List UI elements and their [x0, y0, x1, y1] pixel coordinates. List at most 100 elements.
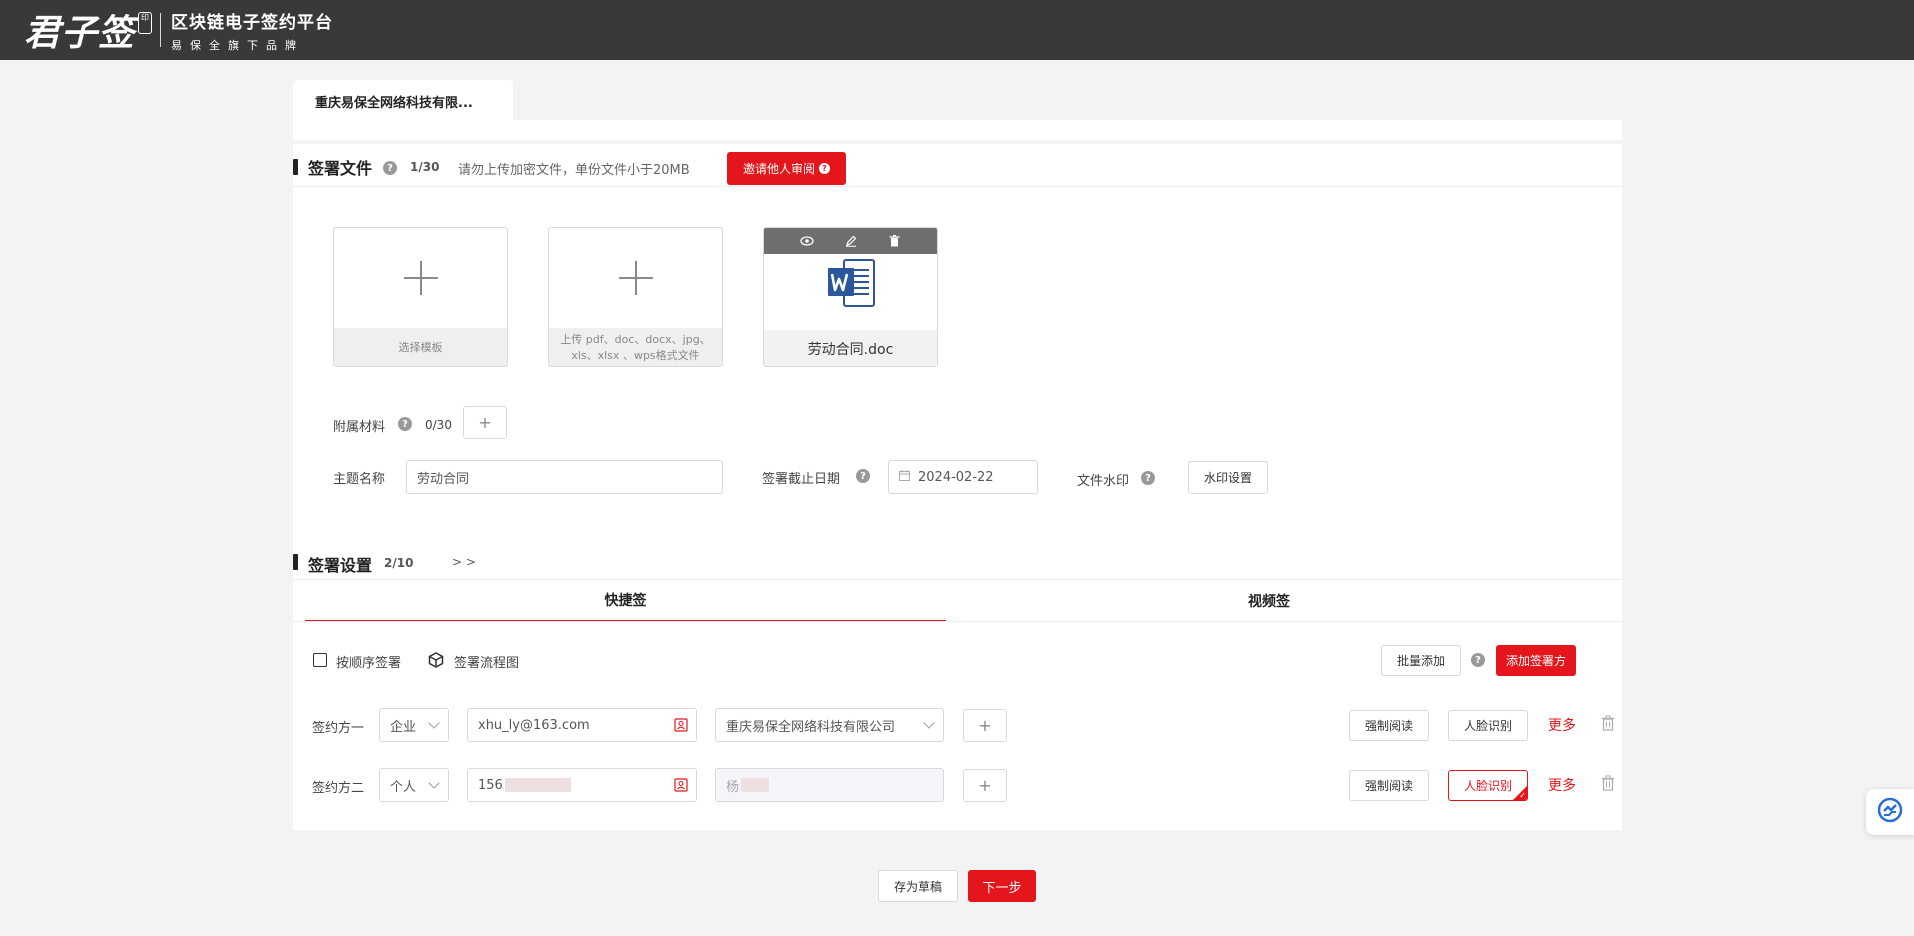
signer-1-name-select[interactable]: 重庆易保全网络科技有限公司	[715, 708, 944, 742]
signer-1-type-select[interactable]: 企业	[379, 708, 449, 742]
watermark-settings-button[interactable]: 水印设置	[1188, 461, 1268, 494]
uploaded-file-card[interactable]: 劳动合同.doc	[763, 227, 938, 367]
company-tab[interactable]: 重庆易保全网络科技有限...	[293, 80, 513, 120]
expand-toggle[interactable]: > >	[452, 555, 476, 569]
signer-1-name: 重庆易保全网络科技有限公司	[726, 719, 896, 735]
deadline-date-input[interactable]: 2024-02-22	[888, 460, 1038, 494]
signer-2-force-read-button[interactable]: 强制阅读	[1349, 770, 1429, 801]
flowchart-label[interactable]: 签署流程图	[454, 652, 519, 671]
signer-1-account: xhu_ly@163.com	[478, 717, 590, 733]
signer-1-delete-icon[interactable]	[1601, 715, 1615, 731]
batch-add-button[interactable]: 批量添加	[1381, 645, 1461, 676]
signer-2-account: 156	[478, 777, 503, 793]
sequential-sign-checkbox[interactable]	[313, 653, 327, 667]
plus-icon	[549, 228, 722, 328]
help-icon[interactable]: ?	[398, 417, 412, 431]
next-step-button[interactable]: 下一步	[968, 870, 1036, 902]
preview-eye-icon[interactable]	[798, 232, 816, 250]
divider	[293, 186, 1622, 187]
edit-pen-icon[interactable]	[842, 232, 860, 250]
signer-2-type: 个人	[390, 779, 417, 795]
plus-icon	[334, 228, 507, 328]
help-icon[interactable]: ?	[1141, 471, 1155, 485]
face-recognition-label: 人脸识别	[1463, 779, 1512, 793]
upload-file-label: 上传 pdf、doc、docx、jpg、xls、xlsx 、wps格式文件	[549, 328, 722, 366]
signer-2-face-recognition-button[interactable]: 人脸识别 ✓	[1448, 770, 1528, 801]
contact-book-icon[interactable]	[674, 778, 688, 796]
signer-1-account-input[interactable]: xhu_ly@163.com	[467, 708, 697, 742]
top-bar: 君子签 印 区块链电子签约平台 易保全旗下品牌	[0, 0, 1914, 60]
select-template-label: 选择模板	[334, 328, 507, 366]
help-icon[interactable]: ?	[1471, 653, 1485, 667]
contact-book-icon[interactable]	[674, 718, 688, 736]
signer-count: 2/10	[384, 556, 414, 570]
signer-1-add-button[interactable]: +	[963, 709, 1007, 742]
signer-2-add-button[interactable]: +	[963, 769, 1007, 802]
subject-value: 劳动合同	[417, 471, 470, 487]
section-marker	[293, 554, 298, 570]
subject-label: 主题名称	[333, 472, 386, 487]
tab-content-strip	[293, 120, 1622, 140]
word-doc-icon	[826, 258, 878, 310]
signer-1-face-recognition-button[interactable]: 人脸识别	[1448, 710, 1528, 741]
brand-seal-icon: 印	[138, 12, 153, 34]
platform-name: 区块链电子签约平台	[171, 12, 334, 33]
chevron-down-icon	[428, 717, 440, 729]
upload-file-box[interactable]: 上传 pdf、doc、docx、jpg、xls、xlsx 、wps格式文件	[548, 227, 723, 367]
signer-1-force-read-button[interactable]: 强制阅读	[1349, 710, 1429, 741]
add-attachment-button[interactable]: +	[463, 406, 507, 439]
file-toolbar	[764, 228, 937, 254]
uploaded-file-name: 劳动合同.doc	[764, 330, 937, 366]
brand-subtitle: 区块链电子签约平台 易保全旗下品牌	[171, 8, 333, 53]
signer-1-label: 签约方一	[312, 721, 365, 736]
help-icon[interactable]: ?	[383, 161, 397, 175]
signer-2-type-select[interactable]: 个人	[379, 768, 449, 802]
sequential-sign-label: 按顺序签署	[336, 656, 402, 671]
section-sign-settings: 签署设置	[308, 552, 372, 576]
brand-logo[interactable]: 君子签	[24, 4, 135, 56]
invite-review-label: 邀请他人审阅	[742, 162, 815, 176]
section-marker	[293, 159, 298, 175]
invite-review-button[interactable]: 邀请他人审阅 ?	[727, 152, 846, 185]
signer-2-more-link[interactable]: 更多	[1548, 775, 1576, 795]
divider	[293, 621, 1622, 622]
tab-video-sign[interactable]: 视频签	[946, 580, 1592, 622]
signer-1-more-link[interactable]: 更多	[1548, 715, 1576, 735]
chevron-down-icon	[428, 777, 440, 789]
deadline-value: 2024-02-22	[918, 469, 994, 485]
watermark-label: 文件水印	[1077, 474, 1130, 489]
help-icon: ?	[819, 163, 830, 174]
select-template-box[interactable]: 选择模板	[333, 227, 508, 367]
sign-mode-tabs: 快捷签 视频签	[305, 580, 1622, 622]
chevron-down-icon	[923, 717, 935, 729]
flowchart-cube-icon[interactable]	[428, 652, 444, 672]
help-icon[interactable]: ?	[856, 469, 870, 483]
attachments-count: 0/30	[425, 418, 452, 432]
redacted-mask	[504, 778, 571, 792]
attachments-label: 附属材料	[333, 420, 386, 435]
check-icon: ✓	[1519, 791, 1526, 800]
delete-trash-icon[interactable]	[886, 232, 904, 250]
brand-tagline: 易保全旗下品牌	[171, 38, 305, 52]
signer-2-account-input[interactable]: 156	[467, 768, 697, 802]
section-title: 签署文件	[308, 159, 373, 178]
logo-divider	[160, 13, 162, 47]
add-signer-button[interactable]: 添加签署方	[1496, 645, 1576, 676]
redacted-mask	[741, 778, 770, 792]
calendar-icon	[899, 469, 910, 485]
signer-2-label: 签约方二	[312, 781, 365, 796]
tab-quick-sign[interactable]: 快捷签	[305, 580, 946, 622]
section-sign-files: 签署文件	[308, 155, 372, 179]
section-title: 签署设置	[308, 556, 373, 575]
upload-hint: 请勿上传加密文件，单份文件小于20MB	[458, 163, 690, 178]
deadline-label: 签署截止日期	[762, 472, 841, 487]
subject-input[interactable]: 劳动合同	[406, 460, 723, 494]
signer-2-name: 杨	[726, 779, 740, 795]
signer-1-type: 企业	[390, 719, 417, 735]
refresh-chat-icon	[1877, 797, 1903, 827]
file-count: 1/30	[410, 160, 440, 174]
save-draft-button[interactable]: 存为草稿	[878, 870, 958, 902]
floating-assistant-widget[interactable]	[1866, 789, 1914, 835]
signer-2-name-input[interactable]: 杨	[715, 768, 944, 802]
signer-2-delete-icon[interactable]	[1601, 775, 1615, 791]
